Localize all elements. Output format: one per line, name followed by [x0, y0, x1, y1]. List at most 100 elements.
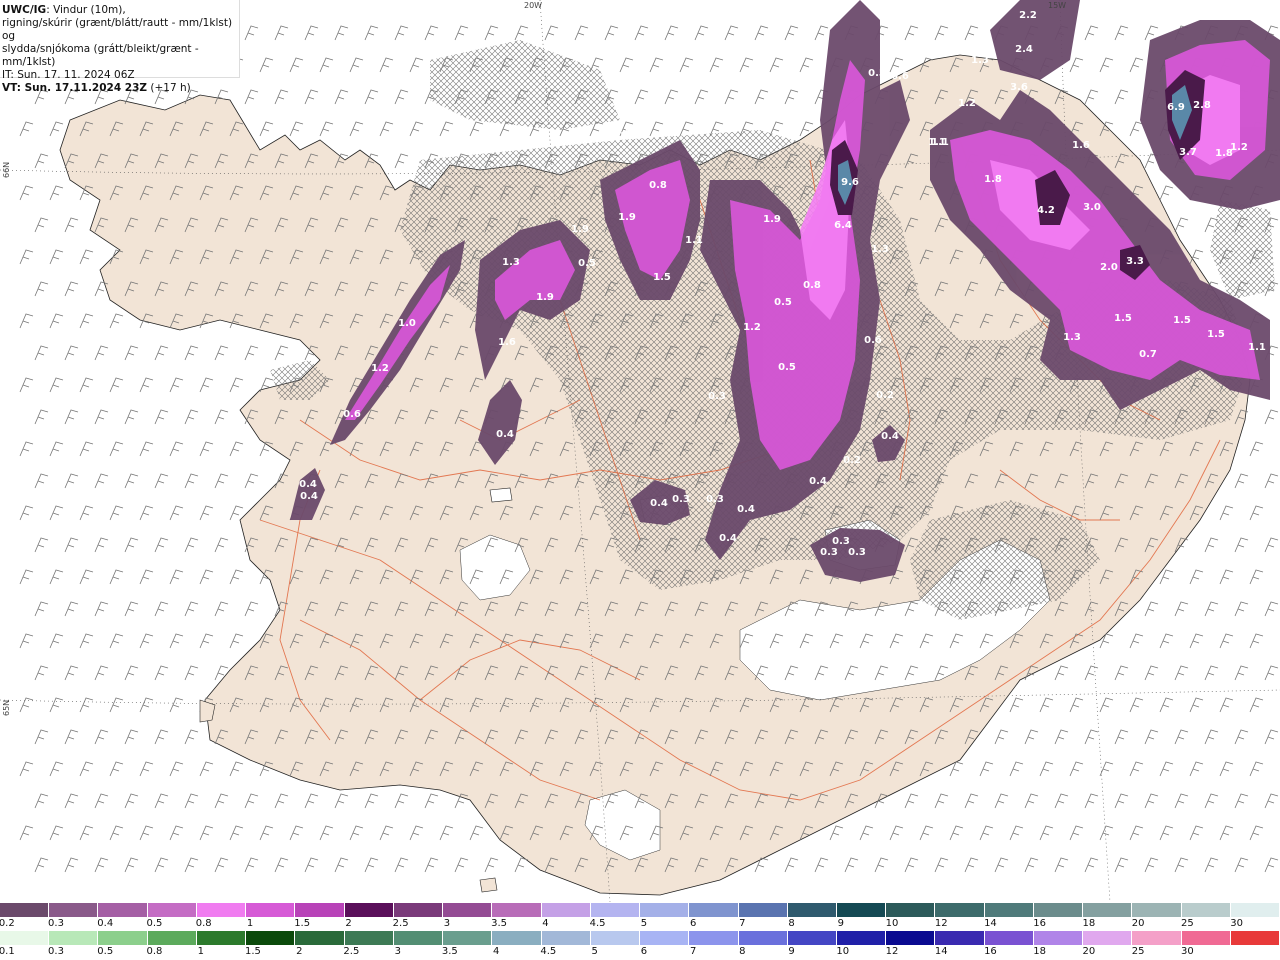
precip-value-label: 0.5: [778, 362, 796, 373]
init-time: IT: Sun. 17. 11. 2024 06Z: [2, 69, 135, 81]
precip-value-label: 1.1: [1248, 342, 1266, 353]
legend-label: 25: [1180, 918, 1194, 929]
precip-value-label: 0.3: [708, 391, 726, 402]
map-title-box: UWC/IG: Vindur (10m), rigning/skúrir (gr…: [0, 0, 240, 94]
legend-swatch: [344, 903, 394, 917]
precip-value-label: 1.6: [1072, 140, 1090, 151]
legend-swatch: [443, 903, 493, 917]
legend-label: 25: [1131, 946, 1145, 957]
legend-swatch: [787, 903, 837, 917]
precip-value-label: 2.0: [1100, 262, 1118, 273]
precip-value-label: 1.3: [971, 55, 989, 66]
precip-value-label: 1.9: [571, 224, 589, 235]
legend-swatch: [984, 903, 1034, 917]
legend-swatch: [689, 931, 739, 945]
precip-value-label: 1.6: [498, 337, 516, 348]
legend-swatch: [49, 931, 99, 945]
precip-value-label: 1.5: [1114, 313, 1132, 324]
legend-label: 12: [885, 946, 899, 957]
meridian-label-20w: 20W: [524, 1, 543, 10]
precip-value-label: 1.5: [1173, 315, 1191, 326]
precip-value-label: 0.3: [706, 494, 724, 505]
legend-label: 10: [885, 918, 899, 929]
legend-swatch: [836, 903, 887, 917]
legend-label: 9: [837, 918, 845, 929]
legend-label: 0.5: [97, 946, 114, 957]
legend-label: 14: [934, 946, 948, 957]
legend-label: 0.4: [97, 918, 114, 929]
precip-value-label: 1.0: [398, 318, 416, 329]
legend-swatch: [836, 931, 887, 945]
precip-value-label: 0.3: [613, 126, 631, 137]
precip-value-label: 0.5: [578, 258, 596, 269]
legend-label: 1.5: [244, 946, 261, 957]
legend-label: 14: [984, 918, 997, 929]
model-name: UWC/IG: [2, 4, 47, 16]
legend-label: 5: [591, 946, 598, 957]
legend-swatch: [295, 903, 345, 917]
precip-value-label: 1.1: [931, 137, 949, 148]
legend-label: 0.1: [0, 946, 15, 957]
precip-value-label: 0.6: [343, 409, 361, 420]
legend-swatch: [0, 903, 50, 917]
legend-label: 2: [296, 946, 303, 957]
precip-value-label: 0.4: [719, 533, 737, 544]
precip-value-label: 1.9: [763, 214, 781, 225]
precip-value-label: 4.2: [1037, 205, 1055, 216]
legend-label: 3: [443, 918, 451, 929]
precip-value-label: 1.2: [1230, 142, 1248, 153]
precip-value-label: 0.4: [881, 431, 899, 442]
legend-label: 7: [739, 918, 746, 929]
legend-swatch: [246, 903, 296, 917]
legend-label: 4: [542, 918, 549, 929]
legend-swatch: [984, 931, 1034, 945]
precip-value-label: 6.4: [834, 220, 852, 231]
precip-value-label: 0.3: [672, 494, 690, 505]
legend-label: 16: [1033, 918, 1047, 929]
precip-value-label: 0.2: [843, 455, 861, 466]
legend-swatch: [1033, 903, 1084, 917]
precip-value-label: 0.4: [809, 476, 827, 487]
legend-swatch: [492, 903, 542, 917]
rain-legend-bar: [0, 931, 1280, 945]
legend-swatch: [98, 931, 148, 945]
legend-label: 16: [984, 946, 997, 957]
precip-value-label: 0.3: [848, 547, 866, 558]
legend-swatch: [590, 931, 641, 945]
legend-swatch: [344, 931, 394, 945]
legend-label: 1: [246, 918, 254, 929]
legend-swatch: [147, 931, 197, 945]
legend-label: 30: [1180, 946, 1194, 957]
precip-value-label: 3.7: [1179, 147, 1197, 158]
legend-label: 20: [1131, 918, 1145, 929]
valid-time: VT: Sun. 17.11.2024 23Z: [2, 82, 148, 94]
snow-legend-bar: [0, 903, 1280, 917]
legend-swatch: [541, 931, 591, 945]
legend-swatch: [1132, 931, 1182, 945]
legend-swatch: [640, 931, 690, 945]
legend-label: 0.3: [48, 946, 64, 957]
legend-swatch: [246, 931, 296, 945]
precip-value-label: 1.8: [984, 174, 1002, 185]
title-line2: rigning/skúrir (grænt/blátt/rautt - mm/1…: [2, 17, 233, 42]
precip-value-label: 1.9: [536, 292, 554, 303]
legend-swatch: [738, 931, 788, 945]
legend-swatch: [1181, 903, 1231, 917]
legend-label: 4.5: [540, 946, 557, 957]
precip-value-label: 0.7: [1139, 349, 1157, 360]
precip-value-label: 1.2: [958, 98, 976, 109]
precip-value-label: 0.3: [820, 547, 838, 558]
precip-value-label: 1.3: [1063, 332, 1081, 343]
legend-label: 6: [689, 918, 697, 929]
legend-label: 10: [836, 946, 850, 957]
legend-swatch: [147, 903, 197, 917]
precip-value-label: 0.3: [832, 536, 850, 547]
legend-swatch: [196, 903, 247, 917]
lead-time: (+17 h): [150, 82, 191, 94]
precip-value-label: 1.3: [871, 244, 889, 255]
legend-label: 3.5: [491, 918, 508, 929]
meridian-label-15w: 15W: [1048, 1, 1067, 10]
precip-value-label: 0.2: [876, 390, 894, 401]
legend-label: 2: [345, 918, 352, 929]
legend-swatch: [886, 903, 936, 917]
